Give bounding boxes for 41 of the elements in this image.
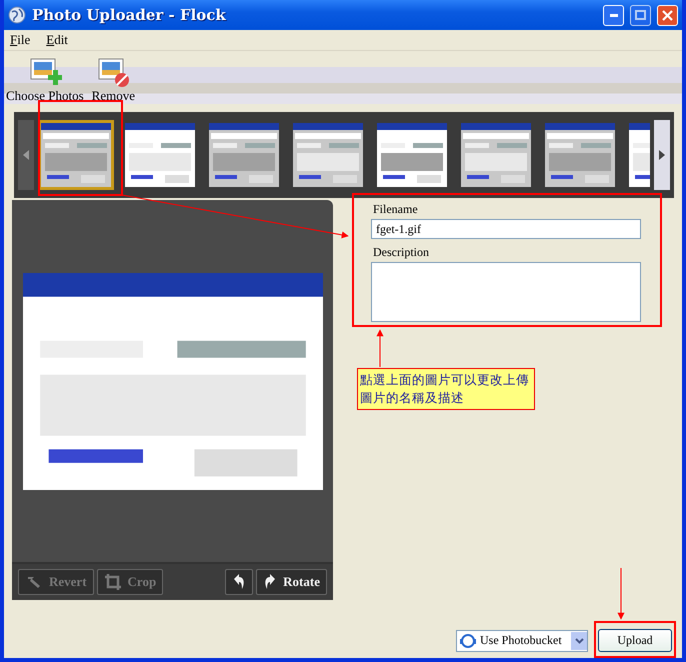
- undo-arrow-icon: [25, 574, 43, 590]
- upload-button[interactable]: Upload: [598, 629, 672, 652]
- annotation-note: 點選上面的圖片可以更改上傳圖片的名稱及描述: [357, 368, 535, 410]
- thumbnail[interactable]: [290, 120, 366, 190]
- maximize-button[interactable]: [630, 4, 651, 26]
- scroll-right-button[interactable]: [654, 120, 670, 190]
- photo-add-icon: [28, 58, 62, 88]
- service-value: Use Photobucket: [480, 633, 563, 648]
- minimize-button[interactable]: [603, 4, 624, 26]
- crop-icon: [104, 573, 122, 591]
- left-arrow-icon: [23, 150, 29, 160]
- window-title: Photo Uploader - Flock: [32, 6, 227, 24]
- close-button[interactable]: [657, 4, 678, 26]
- remove-button[interactable]: Remove: [92, 58, 135, 104]
- photo-remove-icon: [96, 58, 130, 88]
- thumbnail[interactable]: [458, 120, 534, 190]
- annotation-arrow: [618, 568, 624, 620]
- thumbnail[interactable]: [122, 120, 198, 190]
- right-arrow-icon: [659, 150, 665, 160]
- maximize-icon: [635, 10, 646, 20]
- bucket-icon: [460, 634, 476, 648]
- description-label: Description: [373, 245, 430, 260]
- service-dropdown[interactable]: Use Photobucket: [456, 630, 588, 652]
- description-field[interactable]: [371, 262, 641, 322]
- thumbnail[interactable]: [206, 120, 282, 190]
- choose-photos-button[interactable]: Choose Photos: [6, 58, 84, 104]
- rotate-left-button[interactable]: [225, 569, 254, 595]
- rotate-right-button[interactable]: Rotate: [256, 569, 327, 595]
- thumbnail[interactable]: [38, 120, 114, 190]
- menu-item[interactable]: Edit: [46, 32, 68, 48]
- thumbnail[interactable]: [542, 120, 618, 190]
- close-icon: [662, 10, 673, 20]
- rotate-right-icon: [263, 573, 278, 591]
- chevron-down-icon: [574, 638, 584, 644]
- minimize-icon: [610, 14, 618, 16]
- menu-item[interactable]: File: [10, 32, 30, 48]
- annotation-arrow: [376, 329, 384, 368]
- filename-label: Filename: [373, 202, 419, 217]
- thumbnail[interactable]: [374, 120, 450, 190]
- filename-field[interactable]: fget-1.gif: [371, 219, 641, 239]
- rotate-left-icon: [232, 573, 246, 591]
